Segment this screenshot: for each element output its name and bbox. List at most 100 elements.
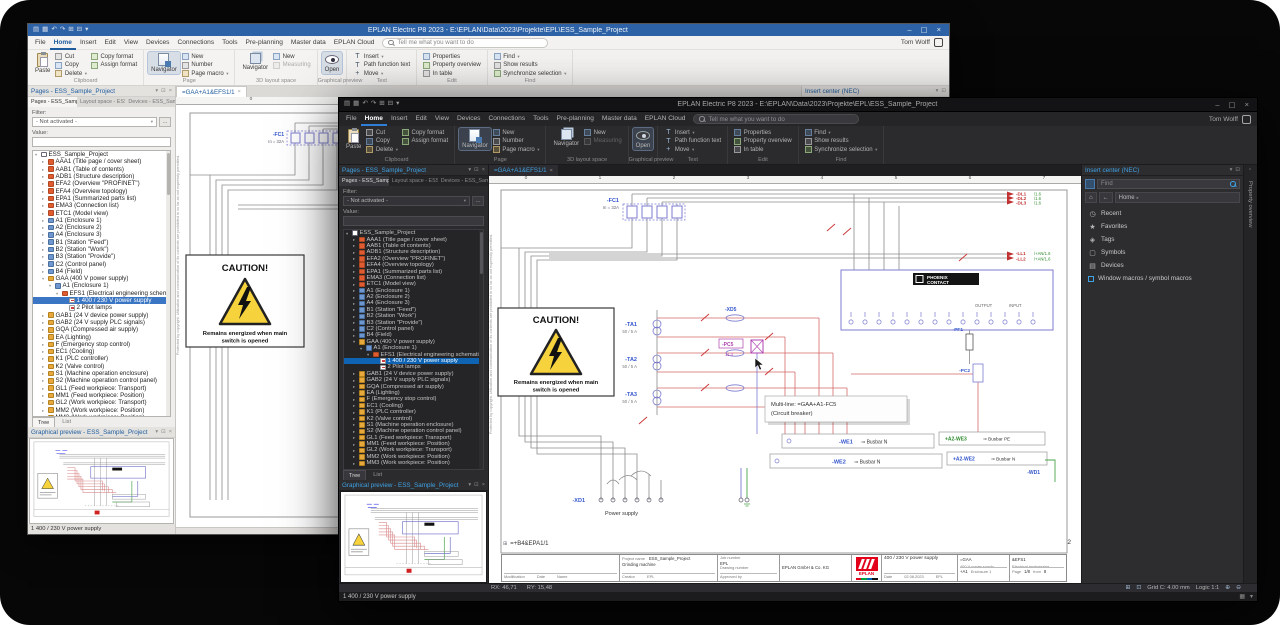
tree-item[interactable]: ▸ AAB1 (Table of contents) (33, 166, 170, 173)
properties-button[interactable]: Properties (734, 129, 792, 136)
page-breadcrumb[interactable]: ⊞=+B4&EPA1/1 (503, 541, 548, 547)
ribbon-tab[interactable]: File (31, 36, 50, 50)
graphical-preview-canvas[interactable] (29, 438, 174, 524)
ribbon-tab[interactable]: View (120, 36, 142, 50)
component-pc2[interactable]: -PC2 (959, 364, 983, 382)
tree-item[interactable]: ▸ GL2 (Work workpiece: Transport) (33, 399, 170, 406)
text-insert-button[interactable]: TInsert▾ (664, 129, 721, 136)
tree-item[interactable]: ▸ GAB2 (24 V supply PLC signals) (33, 319, 170, 326)
ribbon-tab[interactable]: Home (50, 36, 76, 50)
tree-item[interactable]: ▸ A1 (Enclosure 1) (33, 217, 170, 224)
zoom-out-icon[interactable]: ⊖ (1236, 585, 1241, 591)
home-icon[interactable]: ⌂ (1085, 192, 1097, 203)
account-area[interactable]: Tom Wolff (1209, 115, 1257, 124)
tree-item[interactable]: ▸ AAA1 (Title page / cover sheet) (33, 158, 170, 165)
ribbon-tab[interactable]: Insert (76, 36, 101, 50)
ribbon-tab[interactable]: File (342, 112, 361, 126)
insert-center-item[interactable]: Recent (1082, 207, 1243, 220)
preview-panel-header[interactable]: Graphical preview - ESS_Sample_Project ▾… (339, 480, 488, 491)
insert-center-header[interactable]: Insert center (NEC) ▾⊡ (1082, 165, 1243, 176)
status-caret-icon[interactable]: ▾ (1250, 593, 1253, 600)
tree-item[interactable]: ▸ EA (Lighting) (33, 333, 170, 340)
panel-menu-icon[interactable]: ▾ (936, 88, 939, 94)
open-icon[interactable]: ▦ (353, 101, 359, 108)
tree-item[interactable]: ▸ EFA2 (Overview "PROFINET") (33, 180, 170, 187)
grid-toggle-icon[interactable]: ⊡ (1136, 585, 1141, 591)
show-results-button[interactable]: Show results (805, 138, 878, 145)
tree-item[interactable]: ▸ B3 (Station "Provide") (33, 253, 170, 260)
panel-menu-icon[interactable]: ▾ (155, 429, 158, 435)
tree-item[interactable]: ▸ S2 (Machine operation control panel) (33, 377, 170, 384)
tree-item[interactable]: ▸ F (Emergency stop control) (33, 341, 170, 348)
insert-center-find-input[interactable]: Find (1097, 179, 1240, 189)
undo-icon[interactable]: ↶ (362, 101, 367, 108)
close-button[interactable]: × (1245, 101, 1249, 109)
tree-item[interactable]: ▾ ESS_Sample_Project (33, 151, 170, 158)
in-table-button[interactable]: In table (423, 70, 481, 77)
tell-me-search[interactable]: Tell me what you want to do (693, 114, 859, 124)
tree-item[interactable]: ▸ GAB1 (24 V device power supply) (33, 312, 170, 319)
ribbon-tab[interactable]: Tools (529, 112, 552, 126)
tree-item[interactable]: ▸ ETC1 (Model view) (33, 209, 170, 216)
project-tree[interactable]: ▾ ESS_Sample_Project ▸ AAA1 (Title page … (343, 229, 484, 470)
insert-center-item[interactable]: Symbols (1082, 246, 1243, 259)
panel-close-icon[interactable]: × (482, 167, 485, 173)
tree-list-tab[interactable]: Tree (32, 417, 55, 427)
logic-scale[interactable]: Logic 1:1 (1196, 585, 1220, 591)
tree-item[interactable]: ▸ B4 (Field) (33, 268, 170, 275)
messages-icon[interactable]: ▦ (1239, 593, 1245, 600)
tree-item[interactable]: ▸ K1 (PLC controller) (33, 355, 170, 362)
new-icon[interactable]: ▤ (33, 27, 39, 34)
synchronize-selection-button[interactable]: Synchronize selection▾ (494, 70, 567, 77)
text-insert-button[interactable]: TInsert▾ (353, 53, 410, 60)
dock-tab[interactable]: Layout space - ESS_Sa... (389, 176, 438, 186)
ribbon-tab[interactable]: Devices (142, 36, 173, 50)
graphical-preview-canvas[interactable] (340, 491, 487, 583)
ribbon-tab[interactable]: Master data (598, 112, 641, 126)
find-button[interactable]: Find▾ (494, 53, 567, 60)
tree-item[interactable]: ▸ B1 (Station "Feed") (33, 239, 170, 246)
assign-format-button[interactable]: Assign format (402, 138, 448, 145)
insert-center-item[interactable]: Tags (1082, 233, 1243, 246)
pin-icon[interactable]: ⊡ (474, 482, 479, 488)
ribbon-tab[interactable]: EPLAN Cloud (641, 112, 690, 126)
breadcrumb-home[interactable]: Home▸ (1115, 192, 1240, 203)
pin-icon[interactable]: ⊡ (1235, 167, 1240, 173)
property-overview-button[interactable]: Property overview (423, 62, 481, 69)
value-input[interactable] (32, 137, 171, 147)
tell-me-search[interactable]: Tell me what you want to do (382, 38, 548, 48)
grid-icon[interactable]: ⊟ (77, 27, 82, 34)
panel-menu-icon[interactable]: ▾ (1230, 167, 1233, 173)
quick-access-toolbar[interactable]: ▤▦↶↷⊞⊟▾ (28, 27, 88, 34)
preview-open-button[interactable]: Open (322, 52, 343, 74)
tree-item[interactable]: ▸ K2 (Valve control) (33, 363, 170, 370)
quick-access-toolbar[interactable]: ▤▦↶↷⊞⊟▾ (339, 101, 399, 108)
panel-menu-icon[interactable]: ▾ (155, 88, 158, 94)
paste-button[interactable]: Paste (343, 128, 364, 151)
delete-button[interactable]: Delete▾ (366, 146, 398, 153)
insert-center-header[interactable]: Insert center (NEC) ▾⊡ (802, 86, 949, 97)
pin-icon[interactable]: ⊡ (161, 88, 166, 94)
show-results-button[interactable]: Show results (494, 62, 567, 69)
dock-tab[interactable]: Pages - ESS_Sample_P... (28, 97, 77, 107)
tree-item[interactable]: ▸ C2 (Control panel) (33, 260, 170, 267)
caution-sign[interactable]: CAUTION! Remains energized when main swi… (186, 255, 304, 347)
pages-panel-header[interactable]: Pages - ESS_Sample_Project ▾⊡× (28, 86, 175, 97)
cut-button[interactable]: Cut (366, 129, 398, 136)
tree-item[interactable]: ▸ S1 (Machine operation enclosure) (33, 370, 170, 377)
tree-item[interactable]: ▸ EMA3 (Connection list) (33, 202, 170, 209)
page-macro-button[interactable]: Page macro▾ (182, 70, 229, 77)
ribbon-tab[interactable]: Pre-planning (553, 112, 598, 126)
page-navigator-button[interactable]: Navigator (148, 52, 180, 74)
ribbon-tab[interactable]: Edit (100, 36, 119, 50)
value-input[interactable] (343, 216, 484, 226)
zoom-in-icon[interactable]: ⊕ (1225, 585, 1230, 591)
preview-open-button[interactable]: Open (633, 128, 654, 150)
layout-navigator-button[interactable]: Navigator (239, 52, 271, 72)
ribbon-tab[interactable]: EPLAN Cloud (330, 36, 379, 50)
copy-button[interactable]: Copy (366, 138, 398, 145)
dock-tab[interactable]: Devices - ESS_Sample_... (438, 176, 488, 186)
ribbon-tab[interactable]: Edit (411, 112, 430, 126)
tree-item[interactable]: ▸ B2 (Station "Work") (33, 246, 170, 253)
open-icon[interactable]: ▦ (42, 27, 48, 34)
